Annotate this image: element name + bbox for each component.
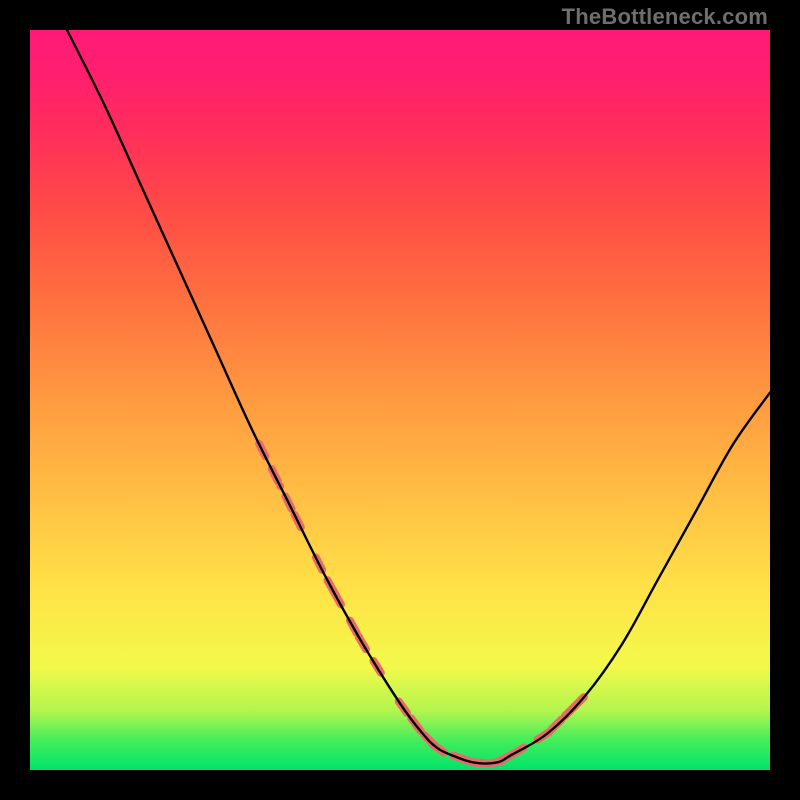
plot-area (30, 30, 770, 770)
highlight-layer (259, 444, 585, 767)
bottleneck-curve (67, 30, 770, 764)
chart-frame: TheBottleneck.com (0, 0, 800, 800)
curve-layer (30, 30, 770, 770)
watermark-text: TheBottleneck.com (562, 4, 768, 30)
